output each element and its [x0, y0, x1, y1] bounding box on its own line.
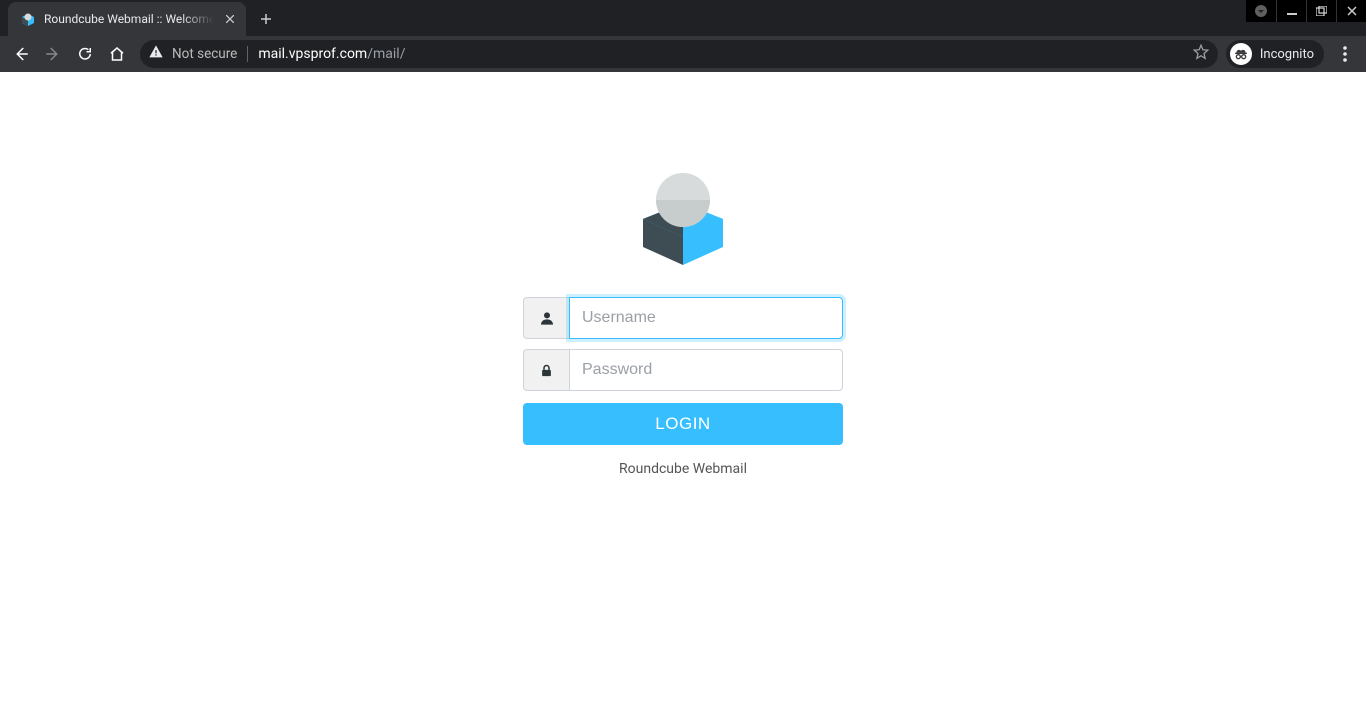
tab-close-button[interactable]	[222, 11, 238, 27]
home-button[interactable]	[102, 39, 132, 69]
user-icon	[523, 297, 569, 339]
os-indicator-icon	[1246, 0, 1276, 22]
os-window-controls	[1246, 0, 1366, 22]
new-tab-button[interactable]	[252, 5, 280, 33]
browser-menu-button[interactable]	[1330, 39, 1360, 69]
nav-back-button[interactable]	[6, 39, 36, 69]
username-input[interactable]	[569, 297, 843, 339]
browser-toolbar: Not secure mail.vpsprof.com/mail/ Incogn…	[0, 36, 1366, 72]
password-group	[523, 349, 843, 391]
login-button[interactable]: LOGIN	[523, 403, 843, 445]
nav-forward-button[interactable]	[38, 39, 68, 69]
not-secure-warning-icon	[148, 44, 164, 64]
lock-icon	[523, 349, 569, 391]
favicon-roundcube-icon	[20, 11, 36, 27]
os-maximize-button[interactable]	[1306, 0, 1336, 22]
browser-tab-strip: Roundcube Webmail :: Welcome to Roundcub…	[0, 0, 1366, 36]
address-bar[interactable]: Not secure mail.vpsprof.com/mail/	[140, 40, 1218, 68]
security-label: Not secure	[172, 46, 237, 62]
roundcube-logo-icon	[633, 167, 733, 267]
url-path: /mail/	[367, 46, 405, 62]
os-minimize-button[interactable]	[1276, 0, 1306, 22]
password-input[interactable]	[569, 349, 843, 391]
os-close-button[interactable]	[1336, 0, 1366, 22]
url-text: mail.vpsprof.com/mail/	[258, 46, 405, 62]
username-group	[523, 297, 843, 339]
login-form: LOGIN Roundcube Webmail	[523, 167, 843, 477]
bookmark-star-icon[interactable]	[1192, 43, 1210, 65]
divider	[247, 46, 248, 62]
security-indicator[interactable]: Not secure	[148, 44, 248, 64]
page-content: LOGIN Roundcube Webmail	[0, 72, 1366, 728]
incognito-icon	[1230, 43, 1252, 65]
url-host: mail.vpsprof.com	[258, 46, 367, 62]
incognito-indicator[interactable]: Incognito	[1226, 40, 1324, 68]
reload-button[interactable]	[70, 39, 100, 69]
incognito-label: Incognito	[1260, 47, 1314, 62]
product-name-label: Roundcube Webmail	[619, 461, 747, 477]
browser-tab-title: Roundcube Webmail :: Welcome to Roundcub…	[44, 12, 214, 26]
browser-tab-active[interactable]: Roundcube Webmail :: Welcome to Roundcub…	[8, 2, 246, 36]
